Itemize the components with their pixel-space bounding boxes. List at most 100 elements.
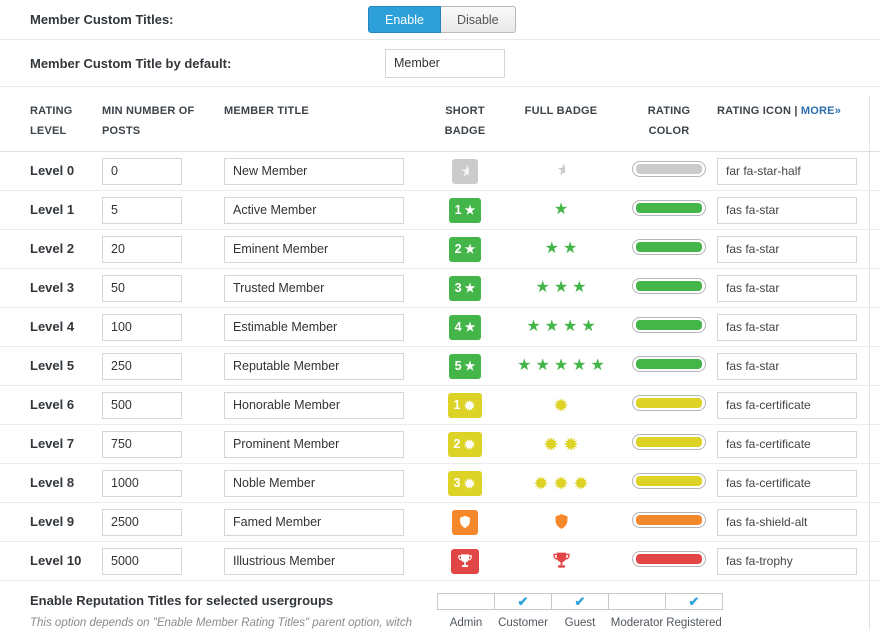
rating-icon-input[interactable] xyxy=(717,548,857,575)
rating-icon-input[interactable] xyxy=(717,197,857,224)
certificate-icon xyxy=(463,477,476,490)
full-badge xyxy=(533,475,589,491)
star-icon: ★ xyxy=(535,358,549,374)
rating-color-swatch[interactable] xyxy=(632,473,706,489)
badge-count: 4 xyxy=(455,321,462,334)
rating-color-swatch[interactable] xyxy=(632,512,706,528)
enable-button[interactable]: Enable xyxy=(368,6,441,33)
min-posts-input[interactable] xyxy=(102,392,182,419)
member-title-input[interactable] xyxy=(224,314,404,341)
usergroup-label: Registered xyxy=(665,617,723,629)
rating-icon-input[interactable] xyxy=(717,158,857,185)
member-title-input[interactable] xyxy=(224,158,404,185)
level-label: Level 8 xyxy=(30,475,74,490)
full-badge xyxy=(553,513,570,530)
rating-color-swatch[interactable] xyxy=(632,200,706,216)
short-badge: 1 xyxy=(448,393,483,418)
short-badge: 5★ xyxy=(449,354,482,379)
rating-icon-input[interactable] xyxy=(717,470,857,497)
member-title-input[interactable] xyxy=(224,392,404,419)
header-rating-color: RATINGCOLOR xyxy=(621,101,717,141)
usergroup-checkbox-guest[interactable]: ✔ xyxy=(551,593,609,610)
rating-color-swatch[interactable] xyxy=(632,395,706,411)
full-badge xyxy=(553,397,569,413)
rating-color-fill xyxy=(636,476,702,486)
rating-color-fill xyxy=(636,281,702,291)
rating-color-swatch[interactable] xyxy=(632,317,706,333)
min-posts-input[interactable] xyxy=(102,197,182,224)
min-posts-input[interactable] xyxy=(102,158,182,185)
rating-color-swatch[interactable] xyxy=(632,551,706,567)
rating-icon-input[interactable] xyxy=(717,314,857,341)
min-posts-input[interactable] xyxy=(102,470,182,497)
min-posts-input[interactable] xyxy=(102,509,182,536)
header-separator: | xyxy=(794,105,797,117)
member-title-input[interactable] xyxy=(224,509,404,536)
min-posts-input[interactable] xyxy=(102,548,182,575)
rating-icon-input[interactable] xyxy=(717,431,857,458)
header-rating-level: RATINGLEVEL xyxy=(30,101,102,141)
usergroup-checkbox-moderator[interactable] xyxy=(608,593,666,610)
check-icon: ✔ xyxy=(689,594,700,609)
rating-icon-input[interactable] xyxy=(717,509,857,536)
rating-icon-input[interactable] xyxy=(717,353,857,380)
badge-count: 1 xyxy=(454,399,461,412)
full-badge xyxy=(543,436,579,452)
level-label: Level 2 xyxy=(30,241,74,256)
usergroup-checkbox-registered[interactable]: ✔ xyxy=(665,593,723,610)
member-rating-settings-page: Member Custom Titles: Enable Disable Mem… xyxy=(0,0,880,630)
rating-color-fill xyxy=(636,242,702,252)
member-title-input[interactable] xyxy=(224,197,404,224)
more-link[interactable]: MORE» xyxy=(801,105,841,117)
short-badge: 4★ xyxy=(449,315,482,340)
shield-icon xyxy=(553,513,570,530)
member-title-input[interactable] xyxy=(224,470,404,497)
usergroups-section: Enable Reputation Titles for selected us… xyxy=(0,581,880,629)
usergroup-checkbox-admin[interactable] xyxy=(437,593,495,610)
star-icon: ★ xyxy=(535,280,549,296)
star-icon: ★ xyxy=(591,358,605,374)
star-icon: ★ xyxy=(554,280,568,296)
usergroup-checkbox-customer[interactable]: ✔ xyxy=(494,593,552,610)
rating-icon-header-label: RATING ICON xyxy=(717,105,791,117)
rating-color-swatch[interactable] xyxy=(632,239,706,255)
full-badge: ★★★ xyxy=(535,280,586,296)
full-badge xyxy=(552,551,571,570)
min-posts-input[interactable] xyxy=(102,431,182,458)
member-title-input[interactable] xyxy=(224,353,404,380)
member-custom-titles-row: Member Custom Titles: Enable Disable xyxy=(0,0,880,40)
rating-level-row: Level 7 2 xyxy=(0,425,880,464)
level-label: Level 6 xyxy=(30,397,74,412)
certificate-icon xyxy=(533,475,549,491)
rating-icon-input[interactable] xyxy=(717,392,857,419)
member-title-input[interactable] xyxy=(224,275,404,302)
rating-color-swatch[interactable] xyxy=(632,434,706,450)
rating-color-fill xyxy=(636,359,702,369)
star-icon: ★ xyxy=(517,358,531,374)
level-label: Level 4 xyxy=(30,319,74,334)
rating-level-row: Level 8 3 xyxy=(0,464,880,503)
usergroups-note: This option depends on "Enable Member Ra… xyxy=(30,617,437,629)
min-posts-input[interactable] xyxy=(102,275,182,302)
rating-icon-input[interactable] xyxy=(717,236,857,263)
full-badge: ★★★★★ xyxy=(517,358,605,374)
member-title-input[interactable] xyxy=(224,548,404,575)
rating-level-row: Level 2 2★ ★★ xyxy=(0,230,880,269)
header-member-title: MEMBER TITLE xyxy=(224,101,429,121)
rating-level-row: Level 5 5★ ★★★★★ xyxy=(0,347,880,386)
rating-icon-input[interactable] xyxy=(717,275,857,302)
disable-button[interactable]: Disable xyxy=(440,6,516,33)
member-title-input[interactable] xyxy=(224,236,404,263)
min-posts-input[interactable] xyxy=(102,236,182,263)
rating-color-swatch[interactable] xyxy=(632,278,706,294)
star-icon: ★ xyxy=(563,241,577,257)
star-half-icon: ★ xyxy=(461,164,469,178)
rating-color-swatch[interactable] xyxy=(632,161,706,177)
default-title-input[interactable] xyxy=(385,49,505,78)
min-posts-input[interactable] xyxy=(102,353,182,380)
star-icon: ★ xyxy=(554,358,568,374)
rating-color-swatch[interactable] xyxy=(632,356,706,372)
short-badge: 3 xyxy=(448,471,483,496)
member-title-input[interactable] xyxy=(224,431,404,458)
min-posts-input[interactable] xyxy=(102,314,182,341)
